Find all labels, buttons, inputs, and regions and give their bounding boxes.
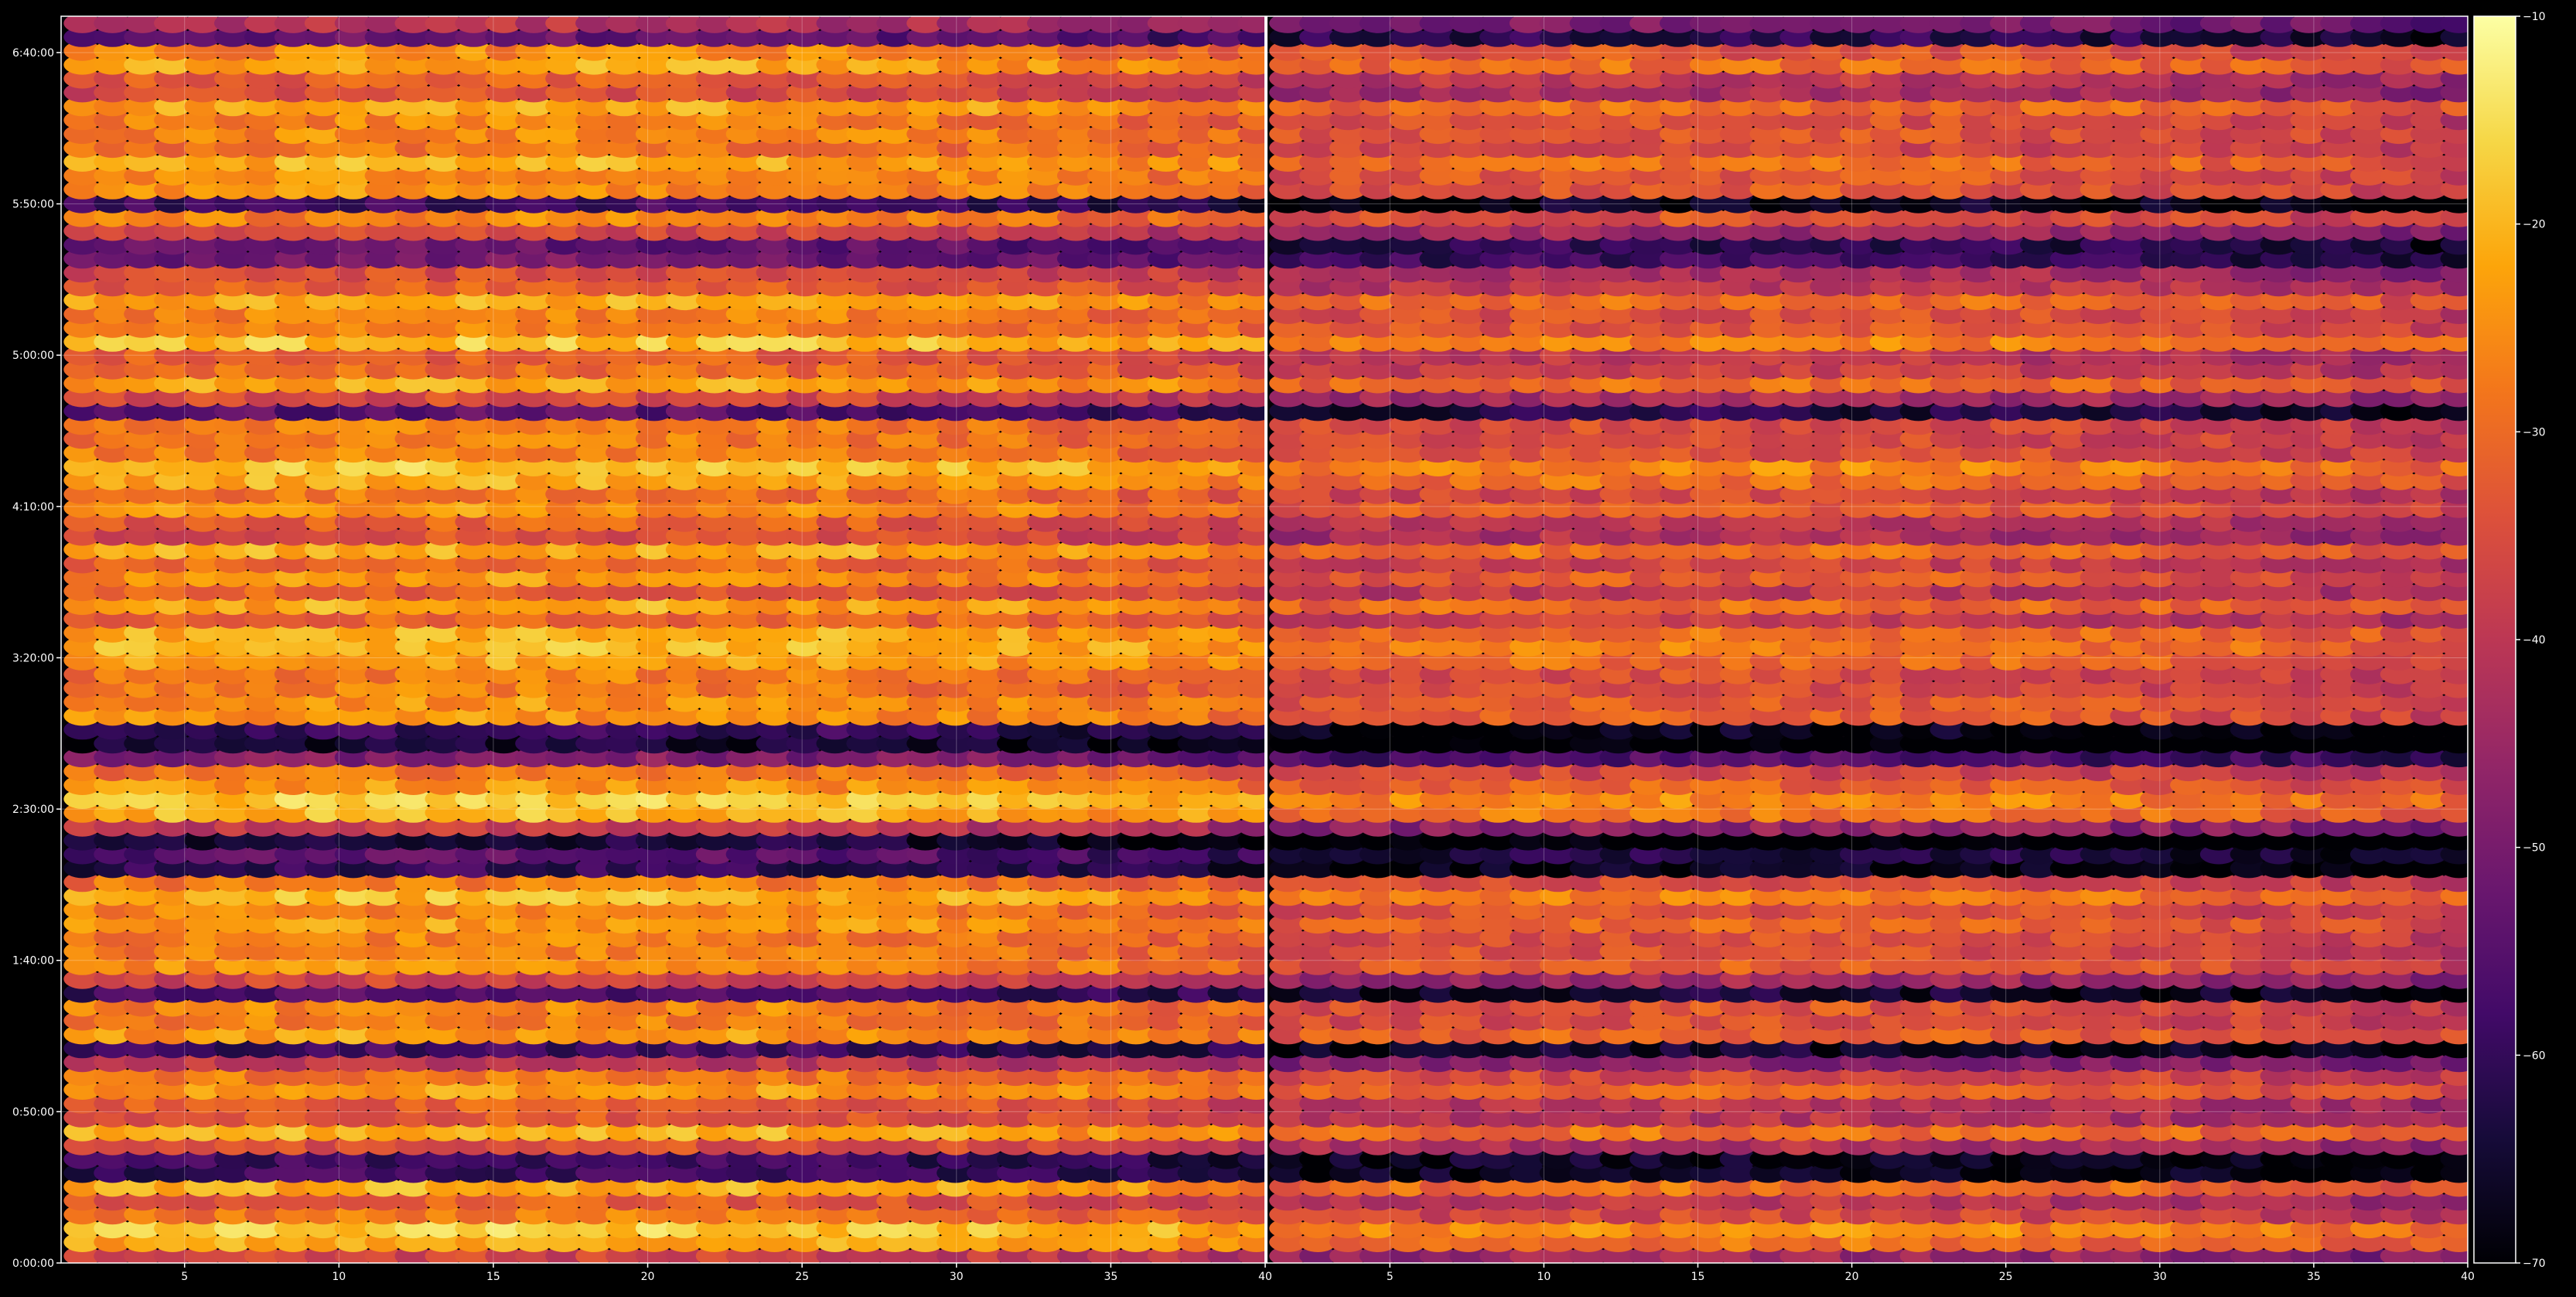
panel-left-cells [61, 16, 1265, 1263]
chart-svg: 0:00:000:50:001:40:002:30:003:20:004:10:… [0, 0, 2576, 1293]
panel-right-cells [1267, 16, 2468, 1263]
heatmap-figure: 0:00:00 0:50:00 1:40:00 2:30:00 3:20:00 4:10:… [0, 0, 2576, 1293]
